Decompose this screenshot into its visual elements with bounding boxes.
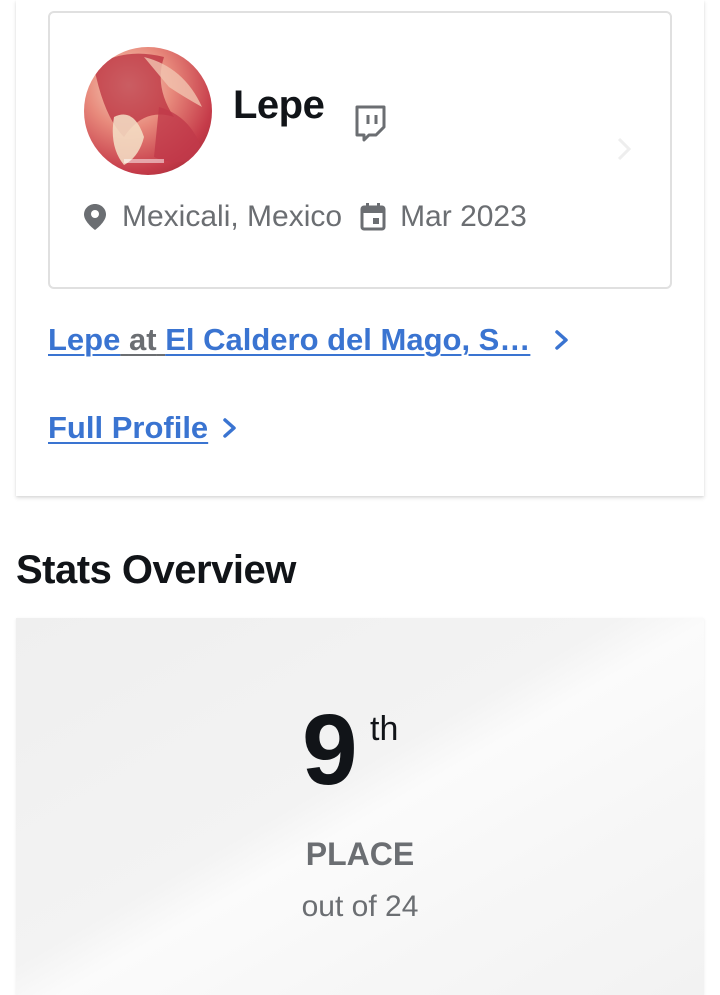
at-text: at xyxy=(128,322,157,357)
placement-card xyxy=(16,618,704,995)
placement-number: 9 xyxy=(302,694,358,806)
location-pin-icon xyxy=(84,204,106,230)
full-profile-row[interactable]: Full Profile xyxy=(48,408,240,448)
player-card[interactable]: Lepe Mexicali, Mexico Mar 2023 xyxy=(48,11,672,289)
meta-row: Mexicali, Mexico Mar 2023 xyxy=(82,197,527,237)
full-profile-link[interactable]: Full Profile xyxy=(48,410,208,446)
player-name[interactable]: Lepe xyxy=(233,83,325,128)
placement-suffix: th xyxy=(370,710,399,748)
placement-label: PLACE xyxy=(305,836,415,872)
twitch-icon[interactable] xyxy=(352,103,388,143)
avatar xyxy=(84,47,212,175)
calendar-icon xyxy=(360,203,386,231)
chevron-right-icon[interactable] xyxy=(552,327,572,353)
event-link[interactable]: El Caldero del Mago, S… xyxy=(165,322,530,358)
entrant-link[interactable]: Lepe xyxy=(48,322,120,358)
event-link-row[interactable]: Lepe at El Caldero del Mago, S… xyxy=(48,320,572,360)
section-title: Stats Overview xyxy=(16,548,296,592)
entrant-count: out of 24 xyxy=(301,890,419,923)
avatar-image xyxy=(94,53,204,165)
chevron-right-icon[interactable] xyxy=(614,135,634,163)
chevron-right-icon[interactable] xyxy=(220,415,240,441)
joined-date-text: Mar 2023 xyxy=(400,200,527,233)
location-text: Mexicali, Mexico xyxy=(122,200,343,233)
